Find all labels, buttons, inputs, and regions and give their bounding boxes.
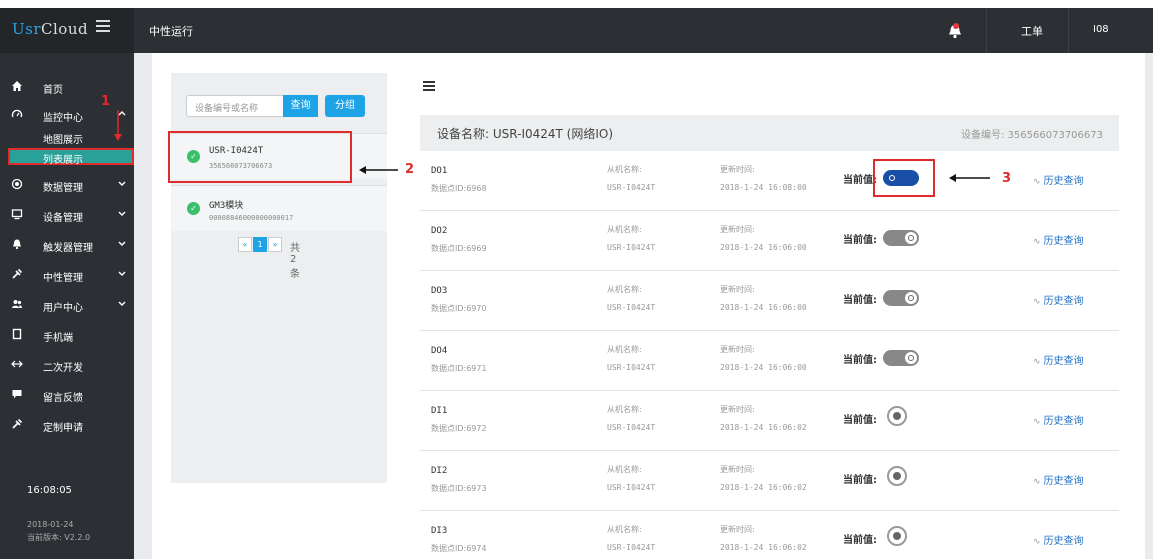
annotation-arrows [114, 110, 990, 182]
annotation-number-1: 1 [101, 94, 111, 109]
annotation-box-toggle [873, 159, 935, 197]
annotation-arrowhead-3 [949, 174, 956, 182]
annotation-arrowhead-1 [114, 134, 122, 141]
annotation-arrowhead-2 [359, 166, 366, 174]
annotation-number-2: 2 [405, 162, 415, 177]
annotation-number-3: 3 [1002, 171, 1012, 186]
